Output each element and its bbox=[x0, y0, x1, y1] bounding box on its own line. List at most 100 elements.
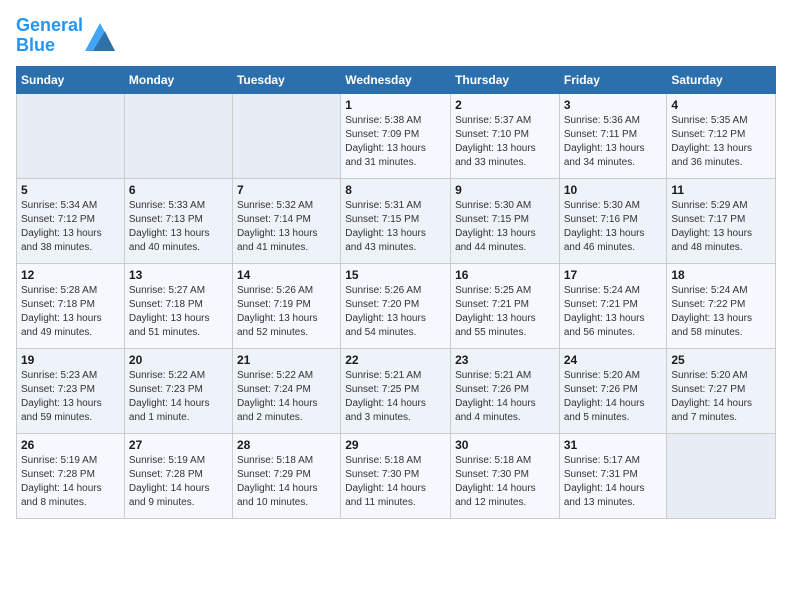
day-number: 19 bbox=[21, 353, 120, 367]
day-info: Sunrise: 5:20 AM Sunset: 7:27 PM Dayligh… bbox=[671, 369, 771, 425]
day-info: Sunrise: 5:29 AM Sunset: 7:17 PM Dayligh… bbox=[671, 199, 771, 255]
logo-general: General bbox=[16, 15, 83, 35]
day-cell: 31 Sunrise: 5:17 AM Sunset: 7:31 PM Dayli… bbox=[559, 433, 667, 518]
day-cell bbox=[667, 433, 776, 518]
day-number: 21 bbox=[237, 353, 336, 367]
day-info: Sunrise: 5:32 AM Sunset: 7:14 PM Dayligh… bbox=[237, 199, 336, 255]
day-info: Sunrise: 5:30 AM Sunset: 7:15 PM Dayligh… bbox=[455, 199, 555, 255]
day-number: 20 bbox=[129, 353, 228, 367]
day-number: 31 bbox=[564, 438, 663, 452]
logo-blue: Blue bbox=[16, 35, 55, 55]
day-info: Sunrise: 5:37 AM Sunset: 7:10 PM Dayligh… bbox=[455, 114, 555, 170]
day-info: Sunrise: 5:21 AM Sunset: 7:25 PM Dayligh… bbox=[345, 369, 446, 425]
day-cell: 13Sunrise: 5:27 AM Sunset: 7:18 PM Dayli… bbox=[124, 263, 232, 348]
day-cell bbox=[124, 93, 232, 178]
day-cell: 19 Sunrise: 5:23 AM Sunset: 7:23 PM Dayli… bbox=[17, 348, 125, 433]
day-info: Sunrise: 5:18 AM Sunset: 7:29 PM Dayligh… bbox=[237, 454, 336, 510]
col-header-tuesday: Tuesday bbox=[232, 66, 340, 93]
day-info: Sunrise: 5:28 AM Sunset: 7:18 PM Dayligh… bbox=[21, 284, 120, 340]
col-header-thursday: Thursday bbox=[451, 66, 560, 93]
day-info: Sunrise: 5:22 AM Sunset: 7:24 PM Dayligh… bbox=[237, 369, 336, 425]
day-cell: 22 Sunrise: 5:21 AM Sunset: 7:25 PM Dayli… bbox=[341, 348, 451, 433]
day-number: 14 bbox=[237, 268, 336, 282]
col-header-sunday: Sunday bbox=[17, 66, 125, 93]
day-number: 17 bbox=[564, 268, 663, 282]
day-info: Sunrise: 5:27 AM Sunset: 7:18 PM Dayligh… bbox=[129, 284, 228, 340]
day-info: Sunrise: 5:35 AM Sunset: 7:12 PM Dayligh… bbox=[671, 114, 771, 170]
week-row-3: 12 Sunrise: 5:28 AM Sunset: 7:18 PM Dayli… bbox=[17, 263, 776, 348]
day-cell: 7 Sunrise: 5:32 AM Sunset: 7:14 PM Daylig… bbox=[232, 178, 340, 263]
day-number: 30 bbox=[455, 438, 555, 452]
day-cell: 29 Sunrise: 5:18 AM Sunset: 7:30 PM Dayli… bbox=[341, 433, 451, 518]
col-header-friday: Friday bbox=[559, 66, 667, 93]
day-cell: 5Sunrise: 5:34 AM Sunset: 7:12 PM Daylig… bbox=[17, 178, 125, 263]
day-info: Sunrise: 5:19 AM Sunset: 7:28 PM Dayligh… bbox=[129, 454, 228, 510]
day-number: 25 bbox=[671, 353, 771, 367]
col-header-monday: Monday bbox=[124, 66, 232, 93]
day-cell: 30 Sunrise: 5:18 AM Sunset: 7:30 PM Dayli… bbox=[451, 433, 560, 518]
day-info: Sunrise: 5:25 AM Sunset: 7:21 PM Dayligh… bbox=[455, 284, 555, 340]
day-cell: 28 Sunrise: 5:18 AM Sunset: 7:29 PM Dayli… bbox=[232, 433, 340, 518]
day-cell: 9 Sunrise: 5:30 AM Sunset: 7:15 PM Daylig… bbox=[451, 178, 560, 263]
week-row-4: 19 Sunrise: 5:23 AM Sunset: 7:23 PM Dayli… bbox=[17, 348, 776, 433]
day-info: Sunrise: 5:21 AM Sunset: 7:26 PM Dayligh… bbox=[455, 369, 555, 425]
day-info: Sunrise: 5:38 AM Sunset: 7:09 PM Dayligh… bbox=[345, 114, 446, 170]
day-cell: 14Sunrise: 5:26 AM Sunset: 7:19 PM Dayli… bbox=[232, 263, 340, 348]
day-info: Sunrise: 5:22 AM Sunset: 7:23 PM Dayligh… bbox=[129, 369, 228, 425]
day-number: 12 bbox=[21, 268, 120, 282]
day-number: 4 bbox=[671, 98, 771, 112]
day-cell: 17 Sunrise: 5:24 AM Sunset: 7:21 PM Dayli… bbox=[559, 263, 667, 348]
day-number: 3 bbox=[564, 98, 663, 112]
day-info: Sunrise: 5:20 AM Sunset: 7:26 PM Dayligh… bbox=[564, 369, 663, 425]
day-cell: 27 Sunrise: 5:19 AM Sunset: 7:28 PM Dayli… bbox=[124, 433, 232, 518]
day-cell: 3 Sunrise: 5:36 AM Sunset: 7:11 PM Daylig… bbox=[559, 93, 667, 178]
day-cell: 11 Sunrise: 5:29 AM Sunset: 7:17 PM Dayli… bbox=[667, 178, 776, 263]
week-row-1: 1 Sunrise: 5:38 AM Sunset: 7:09 PM Daylig… bbox=[17, 93, 776, 178]
page-header: General Blue bbox=[16, 16, 776, 56]
day-number: 5 bbox=[21, 183, 120, 197]
day-cell: 4 Sunrise: 5:35 AM Sunset: 7:12 PM Daylig… bbox=[667, 93, 776, 178]
day-number: 24 bbox=[564, 353, 663, 367]
week-row-2: 5Sunrise: 5:34 AM Sunset: 7:12 PM Daylig… bbox=[17, 178, 776, 263]
day-info: Sunrise: 5:17 AM Sunset: 7:31 PM Dayligh… bbox=[564, 454, 663, 510]
day-number: 11 bbox=[671, 183, 771, 197]
day-info: Sunrise: 5:23 AM Sunset: 7:23 PM Dayligh… bbox=[21, 369, 120, 425]
day-info: Sunrise: 5:31 AM Sunset: 7:15 PM Dayligh… bbox=[345, 199, 446, 255]
day-number: 23 bbox=[455, 353, 555, 367]
day-number: 26 bbox=[21, 438, 120, 452]
week-row-5: 26 Sunrise: 5:19 AM Sunset: 7:28 PM Dayli… bbox=[17, 433, 776, 518]
day-cell: 21 Sunrise: 5:22 AM Sunset: 7:24 PM Dayli… bbox=[232, 348, 340, 433]
col-header-wednesday: Wednesday bbox=[341, 66, 451, 93]
day-cell: 2Sunrise: 5:37 AM Sunset: 7:10 PM Daylig… bbox=[451, 93, 560, 178]
day-number: 29 bbox=[345, 438, 446, 452]
day-cell: 20 Sunrise: 5:22 AM Sunset: 7:23 PM Dayli… bbox=[124, 348, 232, 433]
day-number: 1 bbox=[345, 98, 446, 112]
day-info: Sunrise: 5:36 AM Sunset: 7:11 PM Dayligh… bbox=[564, 114, 663, 170]
day-info: Sunrise: 5:19 AM Sunset: 7:28 PM Dayligh… bbox=[21, 454, 120, 510]
day-info: Sunrise: 5:24 AM Sunset: 7:21 PM Dayligh… bbox=[564, 284, 663, 340]
day-cell bbox=[232, 93, 340, 178]
day-cell: 16 Sunrise: 5:25 AM Sunset: 7:21 PM Dayli… bbox=[451, 263, 560, 348]
day-number: 27 bbox=[129, 438, 228, 452]
day-number: 28 bbox=[237, 438, 336, 452]
day-number: 7 bbox=[237, 183, 336, 197]
day-number: 22 bbox=[345, 353, 446, 367]
header-row: SundayMondayTuesdayWednesdayThursdayFrid… bbox=[17, 66, 776, 93]
day-cell bbox=[17, 93, 125, 178]
day-cell: 25 Sunrise: 5:20 AM Sunset: 7:27 PM Dayli… bbox=[667, 348, 776, 433]
day-info: Sunrise: 5:18 AM Sunset: 7:30 PM Dayligh… bbox=[345, 454, 446, 510]
day-cell: 6Sunrise: 5:33 AM Sunset: 7:13 PM Daylig… bbox=[124, 178, 232, 263]
day-cell: 18 Sunrise: 5:24 AM Sunset: 7:22 PM Dayli… bbox=[667, 263, 776, 348]
day-cell: 15Sunrise: 5:26 AM Sunset: 7:20 PM Dayli… bbox=[341, 263, 451, 348]
day-number: 8 bbox=[345, 183, 446, 197]
day-number: 9 bbox=[455, 183, 555, 197]
day-cell: 23 Sunrise: 5:21 AM Sunset: 7:26 PM Dayli… bbox=[451, 348, 560, 433]
day-number: 16 bbox=[455, 268, 555, 282]
col-header-saturday: Saturday bbox=[667, 66, 776, 93]
day-number: 10 bbox=[564, 183, 663, 197]
day-info: Sunrise: 5:24 AM Sunset: 7:22 PM Dayligh… bbox=[671, 284, 771, 340]
day-info: Sunrise: 5:18 AM Sunset: 7:30 PM Dayligh… bbox=[455, 454, 555, 510]
day-cell: 26 Sunrise: 5:19 AM Sunset: 7:28 PM Dayli… bbox=[17, 433, 125, 518]
day-cell: 8 Sunrise: 5:31 AM Sunset: 7:15 PM Daylig… bbox=[341, 178, 451, 263]
day-number: 18 bbox=[671, 268, 771, 282]
